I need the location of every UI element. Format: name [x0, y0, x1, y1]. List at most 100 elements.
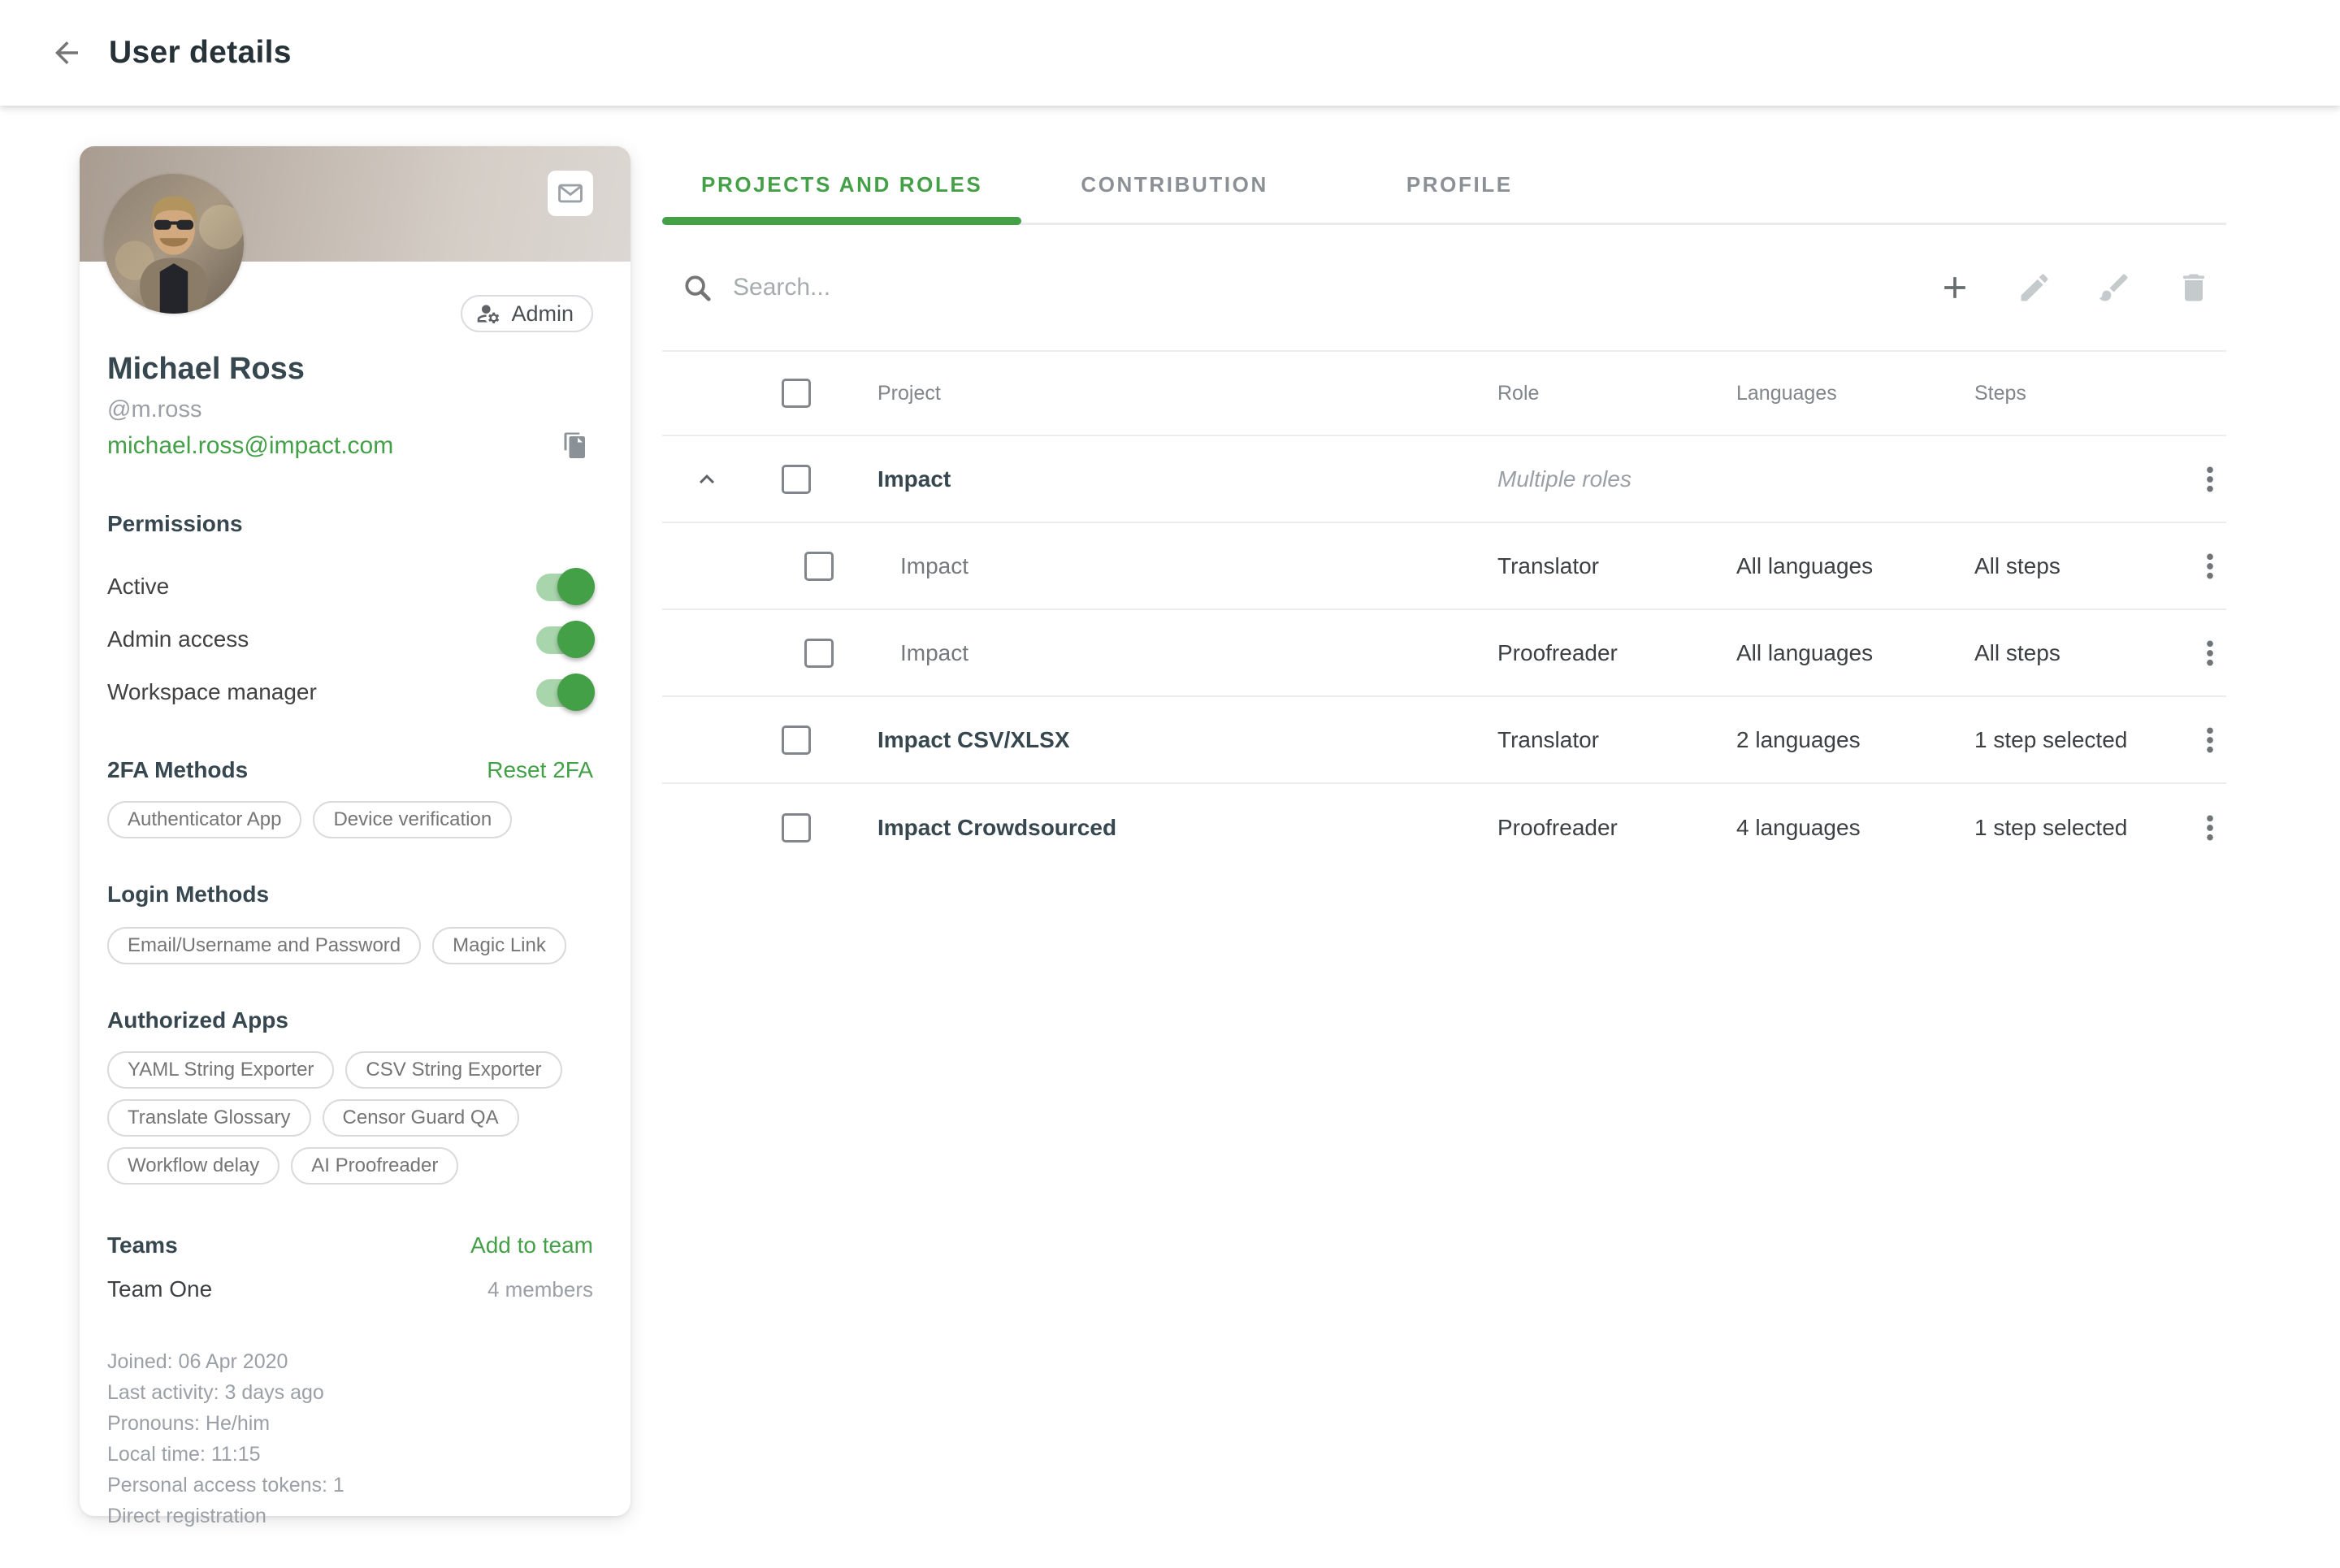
authorized-apps-title: Authorized Apps	[107, 1007, 593, 1033]
row-checkbox[interactable]	[782, 813, 811, 842]
row-checkbox[interactable]	[782, 726, 811, 755]
row-menu-button[interactable]	[2194, 637, 2226, 669]
meta-line: Local time: 11:15	[107, 1439, 593, 1470]
chevron-up-icon	[692, 465, 722, 494]
kebab-menu-icon	[2194, 550, 2226, 583]
add-button[interactable]	[1935, 268, 1974, 307]
login-methods-title: Login Methods	[107, 881, 593, 907]
meta-line: Pronouns: He/him	[107, 1408, 593, 1439]
languages-cell: All languages	[1736, 553, 1974, 579]
column-project: Project	[878, 382, 941, 405]
reset-2fa-link[interactable]: Reset 2FA	[487, 757, 593, 783]
table-row: Impact Crowdsourced Proofreader4 language…	[662, 784, 2226, 871]
toggle-admin-access[interactable]	[536, 623, 593, 656]
toggle-active[interactable]	[536, 570, 593, 603]
chip: Translate Glossary	[107, 1099, 311, 1137]
role-cell: Translator	[1497, 727, 1736, 753]
project-name: Impact	[900, 640, 968, 666]
edit-icon	[2017, 270, 2052, 305]
row-menu-button[interactable]	[2194, 724, 2226, 756]
brush-button[interactable]	[2095, 268, 2134, 307]
role-cell: Proofreader	[1497, 815, 1736, 841]
steps-cell: All steps	[1974, 553, 2194, 579]
chip: Magic Link	[432, 927, 566, 964]
kebab-menu-icon	[2194, 637, 2226, 669]
trash-button[interactable]	[2174, 268, 2213, 307]
steps-cell: 1 step selected	[1974, 727, 2194, 753]
permissions-title: Permissions	[107, 511, 593, 537]
row-menu-button[interactable]	[2194, 550, 2226, 583]
permission-row: Active	[107, 560, 593, 613]
back-button[interactable]	[47, 33, 86, 72]
arrow-left-icon	[50, 36, 84, 70]
send-email-button[interactable]	[548, 171, 593, 216]
role-cell: Multiple roles	[1497, 466, 1736, 492]
team-row: Team One4 members	[107, 1271, 593, 1307]
chip: Workflow delay	[107, 1147, 280, 1185]
admin-badge-label: Admin	[511, 301, 574, 327]
row-checkbox[interactable]	[782, 465, 811, 494]
permission-row: Workspace manager	[107, 665, 593, 718]
tab-bar: PROJECTS AND ROLES CONTRIBUTION PROFILE	[662, 146, 2226, 225]
meta-line: Joined: 06 Apr 2020	[107, 1346, 593, 1377]
meta-line: Direct registration	[107, 1501, 593, 1531]
column-steps: Steps	[1974, 382, 2026, 405]
chip: Authenticator App	[107, 801, 301, 838]
project-name: Impact Crowdsourced	[878, 815, 1116, 841]
chip: Device verification	[313, 801, 512, 838]
profile-card: Admin Michael Ross @m.ross michael.ross@…	[80, 146, 630, 1516]
brush-icon	[2096, 270, 2132, 305]
user-email-link[interactable]: michael.ross@impact.com	[107, 432, 393, 460]
teams-title: Teams	[107, 1232, 178, 1258]
search-bar	[662, 225, 2226, 352]
row-menu-button[interactable]	[2194, 812, 2226, 844]
table-row: Impact ProofreaderAll languagesAll steps	[662, 610, 2226, 697]
collapse-group-button[interactable]	[692, 465, 722, 494]
table-toolbar	[1935, 268, 2213, 307]
add-to-team-link[interactable]: Add to team	[470, 1232, 593, 1258]
search-icon	[682, 272, 713, 303]
toggle-workspace-manager[interactable]	[536, 676, 593, 708]
user-gear-icon	[475, 301, 501, 327]
project-name: Impact	[878, 466, 951, 492]
team-name: Team One	[107, 1276, 212, 1302]
role-cell: Translator	[1497, 553, 1736, 579]
main-content: PROJECTS AND ROLES CONTRIBUTION PROFILE Pr…	[662, 146, 2226, 871]
row-checkbox[interactable]	[804, 552, 834, 581]
role-cell: Proofreader	[1497, 640, 1736, 666]
steps-cell: All steps	[1974, 640, 2194, 666]
search-input[interactable]	[733, 274, 1935, 301]
trash-icon	[2176, 270, 2212, 305]
row-menu-button[interactable]	[2194, 463, 2226, 496]
permission-label: Workspace manager	[107, 679, 317, 705]
page-title: User details	[109, 35, 292, 71]
tab-contribution[interactable]: CONTRIBUTION	[1042, 146, 1307, 223]
tab-projects-and-roles[interactable]: PROJECTS AND ROLES	[662, 146, 1021, 223]
tab-profile[interactable]: PROFILE	[1367, 146, 1552, 223]
admin-badge: Admin	[461, 295, 593, 332]
edit-button[interactable]	[2015, 268, 2054, 307]
languages-cell: All languages	[1736, 640, 1974, 666]
copy-email-button[interactable]	[557, 428, 593, 464]
permission-label: Active	[107, 574, 169, 600]
row-checkbox[interactable]	[804, 639, 834, 668]
user-handle: @m.ross	[107, 396, 593, 423]
kebab-menu-icon	[2194, 463, 2226, 496]
table-body: ImpactMultiple rolesImpactTranslatorAll …	[662, 436, 2226, 871]
project-name: Impact CSV/XLSX	[878, 727, 1070, 753]
meta-line: Last activity: 3 days ago	[107, 1377, 593, 1408]
permission-row: Admin access	[107, 613, 593, 665]
languages-cell: 2 languages	[1736, 727, 1974, 753]
table-row: Impact CSV/XLSX Translator2 languages1 st…	[662, 697, 2226, 784]
table-row: Impact Multiple roles	[662, 436, 2226, 523]
twofa-title: 2FA Methods	[107, 757, 248, 783]
chip: CSV String Exporter	[345, 1051, 561, 1089]
select-all-checkbox[interactable]	[782, 379, 811, 408]
permission-label: Admin access	[107, 626, 249, 652]
chip: YAML String Exporter	[107, 1051, 334, 1089]
chip: AI Proofreader	[291, 1147, 458, 1185]
app-header: User details	[0, 0, 2340, 106]
envelope-icon	[557, 180, 584, 207]
languages-cell: 4 languages	[1736, 815, 1974, 841]
chip: Email/Username and Password	[107, 927, 421, 964]
